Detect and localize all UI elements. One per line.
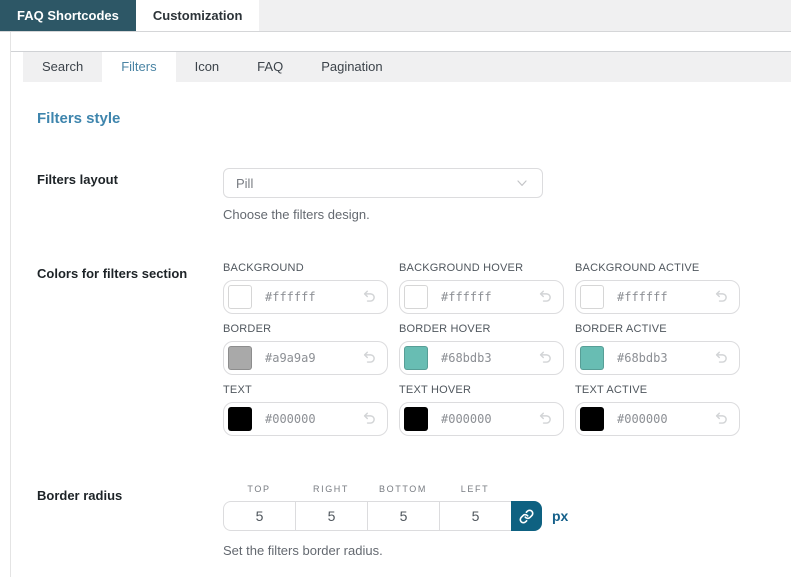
tab-customization[interactable]: Customization [136,0,260,31]
color-field-label: BACKGROUND HOVER [399,262,564,274]
color-field-background-hover: BACKGROUND HOVER [399,262,564,314]
color-swatch[interactable] [404,285,428,309]
color-field-label: BORDER HOVER [399,323,564,335]
hex-value-input[interactable] [617,412,689,426]
color-swatch[interactable] [404,407,428,431]
hex-value-input[interactable] [441,290,513,304]
hex-value-input[interactable] [617,351,689,365]
color-field-label: BORDER [223,323,388,335]
filters-layout-help: Choose the filters design. [223,207,765,222]
color-picker-input[interactable] [223,341,388,375]
color-field-label: BACKGROUND [223,262,388,274]
reset-color-icon[interactable] [711,288,729,306]
main-tab-bar: FAQ Shortcodes Customization [0,0,791,32]
color-picker-input[interactable] [575,402,740,436]
color-field-text-hover: TEXT HOVER [399,384,564,436]
hex-value-input[interactable] [441,351,513,365]
color-picker-input[interactable] [575,341,740,375]
panel-top-spacer [11,32,791,52]
hex-value-input[interactable] [617,290,689,304]
color-field-border: BORDER [223,323,388,375]
filters-layout-label: Filters layout [37,168,223,187]
reset-color-icon[interactable] [535,410,553,428]
border-radius-input-left[interactable] [439,501,511,531]
filters-layout-value: Pill [236,176,253,191]
border-radius-row: Border radius TOP RIGHT BOTTOM LEFT [37,484,765,558]
side-label-top: TOP [223,484,295,494]
color-picker-input[interactable] [223,402,388,436]
color-field-label: BORDER ACTIVE [575,323,740,335]
tab-faq-shortcodes[interactable]: FAQ Shortcodes [0,0,136,31]
link-values-button[interactable] [511,501,542,531]
filters-layout-row: Filters layout Pill Choose the filters d… [37,168,765,222]
border-radius-side-labels: TOP RIGHT BOTTOM LEFT [223,484,765,494]
border-radius-input-group [223,501,542,531]
hex-value-input[interactable] [265,412,337,426]
color-swatch[interactable] [580,407,604,431]
settings-panel: Search Filters Icon FAQ Pagination Filte… [10,32,791,577]
chevron-down-icon [514,175,530,191]
color-field-text-active: TEXT ACTIVE [575,384,740,436]
reset-color-icon[interactable] [359,349,377,367]
reset-color-icon[interactable] [359,288,377,306]
reset-color-icon[interactable] [359,410,377,428]
side-label-right: RIGHT [295,484,367,494]
filters-layout-select[interactable]: Pill [223,168,543,198]
color-swatch[interactable] [580,346,604,370]
border-radius-input-top[interactable] [223,501,295,531]
side-label-left: LEFT [439,484,511,494]
color-picker-input[interactable] [575,280,740,314]
sub-tab-wrap: Search Filters Icon FAQ Pagination [11,52,791,82]
color-field-label: TEXT HOVER [399,384,564,396]
hex-value-input[interactable] [441,412,513,426]
reset-color-icon[interactable] [711,349,729,367]
color-swatch[interactable] [580,285,604,309]
color-field-label: BACKGROUND ACTIVE [575,262,740,274]
filters-colors-row: Colors for filters section BACKGROUND BA… [37,262,765,436]
color-swatch[interactable] [228,285,252,309]
border-radius-controls: px [223,501,765,531]
color-picker-input[interactable] [399,280,564,314]
color-field-border-hover: BORDER HOVER [399,323,564,375]
reset-color-icon[interactable] [535,349,553,367]
color-field-border-active: BORDER ACTIVE [575,323,740,375]
subtab-search[interactable]: Search [23,52,102,82]
color-field-label: TEXT [223,384,388,396]
color-picker-input[interactable] [399,341,564,375]
subtab-pagination[interactable]: Pagination [302,52,401,82]
subtab-filters[interactable]: Filters [102,52,175,82]
color-field-background-active: BACKGROUND ACTIVE [575,262,740,314]
color-picker-input[interactable] [399,402,564,436]
color-swatch[interactable] [228,346,252,370]
reset-color-icon[interactable] [711,410,729,428]
border-radius-help: Set the filters border radius. [223,543,765,558]
side-label-bottom: BOTTOM [367,484,439,494]
border-radius-input-right[interactable] [295,501,367,531]
color-swatch[interactable] [404,346,428,370]
reset-color-icon[interactable] [535,288,553,306]
subtab-icon[interactable]: Icon [176,52,239,82]
border-radius-label: Border radius [37,484,223,503]
page-title: Filters style [37,110,765,127]
color-swatch[interactable] [228,407,252,431]
tab-content: Filters style Filters layout Pill Choose… [11,110,791,558]
chain-link-icon [519,509,534,524]
color-field-label: TEXT ACTIVE [575,384,740,396]
color-field-background: BACKGROUND [223,262,388,314]
color-picker-input[interactable] [223,280,388,314]
filters-colors-label: Colors for filters section [37,262,223,281]
subtab-faq[interactable]: FAQ [238,52,302,82]
unit-label: px [552,508,568,524]
hex-value-input[interactable] [265,351,337,365]
border-radius-input-bottom[interactable] [367,501,439,531]
sub-tab-bar: Search Filters Icon FAQ Pagination [23,52,791,82]
color-field-text: TEXT [223,384,388,436]
hex-value-input[interactable] [265,290,337,304]
color-fields-grid: BACKGROUND BACKGROUND HOVER [223,262,765,436]
